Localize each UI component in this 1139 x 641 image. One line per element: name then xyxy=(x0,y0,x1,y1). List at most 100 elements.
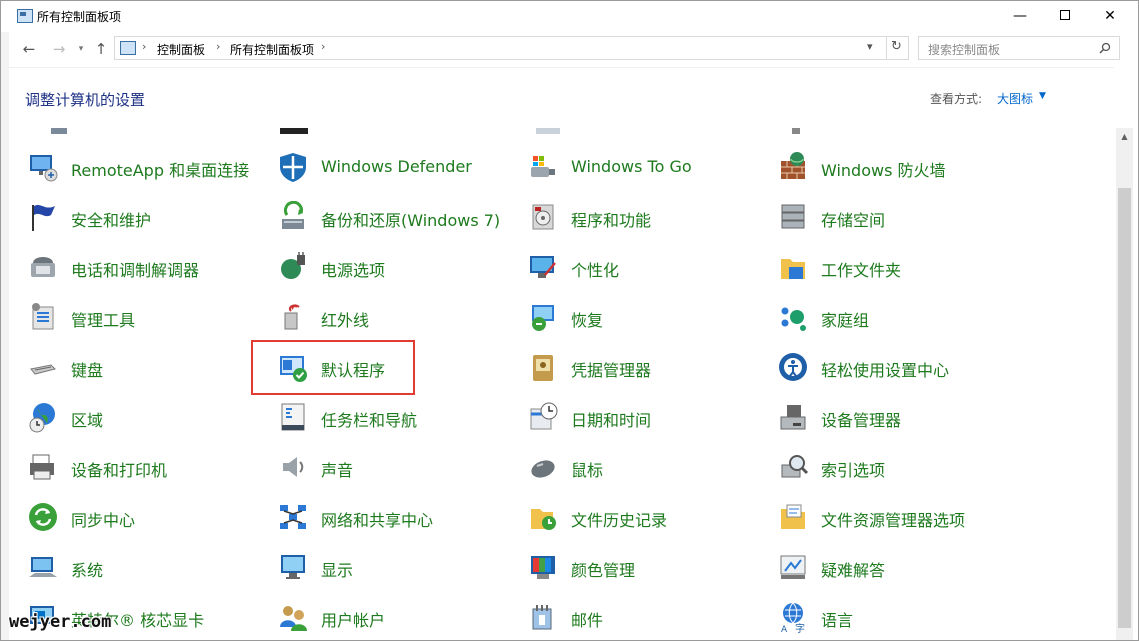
sync-icon xyxy=(29,503,57,531)
control-panel-item-label: RemoteApp 和桌面连接 xyxy=(71,161,250,180)
control-panel-item-label: 显示 xyxy=(321,561,354,580)
control-panel-item[interactable]: 任务栏和导航 xyxy=(277,397,517,437)
control-panel-item[interactable]: 程序和功能 xyxy=(527,197,767,237)
minimize-button[interactable]: — xyxy=(997,1,1043,32)
control-panel-item[interactable]: 显示 xyxy=(277,547,517,587)
control-panel-item[interactable]: 设备管理器 xyxy=(777,397,1017,437)
control-panel-item[interactable]: 区域 xyxy=(27,397,267,437)
control-panel-item[interactable]: A 字语言 xyxy=(777,597,1017,637)
control-panel-item[interactable]: 颜色管理 xyxy=(527,547,767,587)
left-edge xyxy=(1,32,9,640)
control-panel-item[interactable]: 轻松使用设置中心 xyxy=(777,347,1017,387)
scroll-up-button[interactable]: ▲ xyxy=(1116,128,1133,145)
user-accounts-icon xyxy=(280,606,307,631)
control-panel-icon xyxy=(17,9,33,23)
control-panel-item[interactable]: 日期和时间 xyxy=(527,397,767,437)
control-panel-item[interactable]: 存储空间 xyxy=(777,197,1017,237)
credential-icon xyxy=(533,355,553,381)
storage-icon xyxy=(781,204,805,229)
control-panel-item[interactable]: 键盘 xyxy=(27,347,267,387)
homegroup-icon xyxy=(781,307,806,331)
back-button[interactable]: ← xyxy=(19,39,39,59)
control-panel-item[interactable]: 电源选项 xyxy=(277,247,517,287)
control-panel-item[interactable]: 同步中心 xyxy=(27,497,267,537)
breadcrumb-all-items[interactable]: 所有控制面板项 xyxy=(230,41,314,58)
breadcrumb-separator[interactable]: › xyxy=(142,40,146,53)
system-icon xyxy=(29,557,57,577)
vertical-scrollbar[interactable]: ▲ xyxy=(1116,128,1133,640)
file-history-icon xyxy=(531,509,556,530)
control-panel-item[interactable]: 管理工具 xyxy=(27,297,267,337)
address-history-dropdown[interactable]: ▾ xyxy=(867,40,873,53)
control-panel-item-label: 文件资源管理器选项 xyxy=(821,511,966,530)
window-title: 所有控制面板项 xyxy=(37,10,122,24)
svg-text:A: A xyxy=(781,625,788,633)
control-panel-item[interactable]: Windows 防火墙 xyxy=(777,147,1017,187)
search-icon[interactable] xyxy=(1099,42,1111,54)
close-button[interactable]: ✕ xyxy=(1087,1,1133,32)
control-panel-item-label: 存储空间 xyxy=(821,211,886,230)
control-panel-item-label: 备份和还原(Windows 7) xyxy=(321,211,501,230)
control-panel-item[interactable]: 个性化 xyxy=(527,247,767,287)
phone-icon xyxy=(31,257,55,277)
control-panel-item-label: 语言 xyxy=(821,611,854,630)
control-panel-item-label: 设备和打印机 xyxy=(71,461,168,480)
control-panel-item[interactable]: 系统 xyxy=(27,547,267,587)
control-panel-item[interactable]: 文件资源管理器选项 xyxy=(777,497,1017,537)
control-panel-item[interactable]: 家庭组 xyxy=(777,297,1017,337)
control-panel-item-label: 键盘 xyxy=(71,361,104,380)
control-panel-item-label: 电话和调制解调器 xyxy=(71,261,200,280)
control-panel-item-label: Windows To Go xyxy=(571,157,692,176)
forward-button[interactable]: → xyxy=(49,39,69,59)
partial-icon xyxy=(280,128,308,134)
control-panel-item[interactable]: 邮件 xyxy=(527,597,767,637)
control-panel-item-label: 电源选项 xyxy=(321,261,386,280)
recent-locations-dropdown[interactable]: ▾ xyxy=(71,39,91,59)
control-panel-item[interactable]: 备份和还原(Windows 7) xyxy=(277,197,517,237)
color-icon xyxy=(531,556,555,579)
control-panel-item[interactable]: 红外线 xyxy=(277,297,517,337)
control-panel-item-label: 管理工具 xyxy=(71,311,136,330)
breadcrumb-control-panel[interactable]: 控制面板 xyxy=(157,41,205,58)
breadcrumb-separator[interactable]: › xyxy=(321,40,325,53)
partial-icon xyxy=(51,128,67,134)
control-panel-window: 所有控制面板项 — ✕ ← → ▾ ↑ › 控制面板 › 所有控制面板项 › ▾… xyxy=(0,0,1139,641)
watermark: wejyer.com xyxy=(9,612,112,632)
chevron-down-icon[interactable]: ▼ xyxy=(1039,91,1046,101)
control-panel-item[interactable]: 电话和调制解调器 xyxy=(27,247,267,287)
control-panel-item-label: 颜色管理 xyxy=(571,561,636,580)
control-panel-item[interactable]: 声音 xyxy=(277,447,517,487)
control-panel-item-label: 用户帐户 xyxy=(321,611,386,630)
control-panel-item[interactable]: Windows To Go xyxy=(527,147,767,187)
keyboard-icon xyxy=(30,364,56,375)
control-panel-item[interactable]: 设备和打印机 xyxy=(27,447,267,487)
recovery-icon xyxy=(532,305,554,331)
control-panel-item[interactable]: 用户帐户 xyxy=(277,597,517,637)
control-panel-item[interactable]: 恢复 xyxy=(527,297,767,337)
refresh-button[interactable]: ↻ xyxy=(891,39,902,54)
control-panel-item[interactable]: 网络和共享中心 xyxy=(277,497,517,537)
control-panel-item-label: 同步中心 xyxy=(71,511,136,530)
control-panel-item-label: 声音 xyxy=(321,461,354,480)
control-panel-item[interactable]: 安全和维护 xyxy=(27,197,267,237)
control-panel-item[interactable]: 工作文件夹 xyxy=(777,247,1017,287)
search-input[interactable]: 搜索控制面板 xyxy=(918,36,1120,60)
control-panel-item[interactable]: RemoteApp 和桌面连接 xyxy=(27,147,267,187)
control-panel-item[interactable]: 文件历史记录 xyxy=(527,497,767,537)
view-by-dropdown[interactable]: 大图标 xyxy=(997,90,1033,107)
control-panel-item[interactable]: 凭据管理器 xyxy=(527,347,767,387)
divider xyxy=(886,37,887,59)
control-panel-item[interactable]: 疑难解答 xyxy=(777,547,1017,587)
navigation-bar: ← → ▾ ↑ › 控制面板 › 所有控制面板项 › ▾ ↻ 搜索控制面板 xyxy=(1,32,1138,66)
up-button[interactable]: ↑ xyxy=(91,39,111,59)
scroll-thumb[interactable] xyxy=(1118,188,1131,628)
address-bar[interactable]: › 控制面板 › 所有控制面板项 › ▾ ↻ xyxy=(114,36,909,60)
control-panel-item[interactable]: Windows Defender xyxy=(277,147,517,187)
highlight-box xyxy=(251,340,415,395)
breadcrumb-separator[interactable]: › xyxy=(216,40,220,53)
control-panel-item[interactable]: 索引选项 xyxy=(777,447,1017,487)
title-bar[interactable]: 所有控制面板项 — ✕ xyxy=(1,1,1138,32)
admin-tools-icon xyxy=(32,303,54,330)
maximize-button[interactable] xyxy=(1042,1,1088,32)
control-panel-item[interactable]: 鼠标 xyxy=(527,447,767,487)
